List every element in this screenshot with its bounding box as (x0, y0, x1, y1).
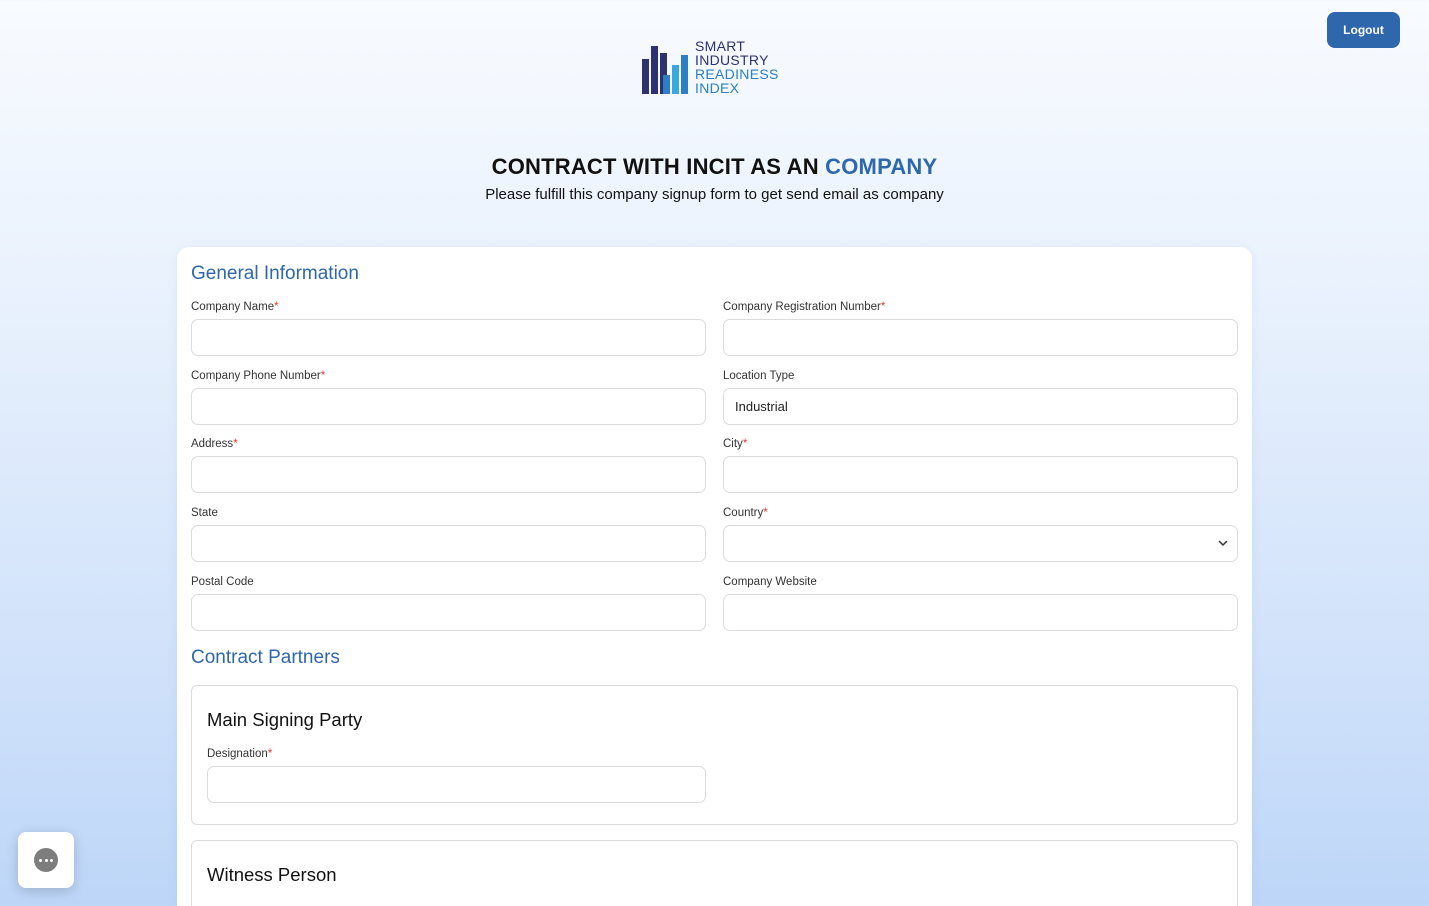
logo-text: SMART INDUSTRY READINESS INDEX (695, 39, 779, 95)
logout-button[interactable]: Logout (1327, 12, 1400, 48)
company-website-label: Company Website (723, 576, 817, 588)
designation-label: Designation* (207, 748, 273, 760)
company-website-input[interactable] (723, 594, 1238, 631)
chat-bubble-icon (34, 848, 58, 872)
registration-number-input[interactable] (723, 319, 1238, 356)
designation-input[interactable] (207, 766, 706, 803)
city-label: City* (723, 438, 748, 450)
address-label: Address* (191, 438, 238, 450)
registration-number-label: Company Registration Number* (723, 301, 886, 313)
page-title-accent: COMPANY (825, 154, 938, 179)
logo-line-index: INDEX (695, 80, 740, 96)
company-name-input[interactable] (191, 319, 706, 356)
country-select[interactable] (723, 525, 1238, 562)
location-type-input[interactable] (723, 388, 1238, 425)
company-name-label: Company Name* (191, 301, 279, 313)
witness-person-box: Witness Person (191, 840, 1238, 906)
address-input[interactable] (191, 456, 706, 493)
chevron-down-icon (1218, 540, 1228, 546)
logo-line-smart: SMART (695, 38, 746, 54)
page-title: CONTRACT WITH INCIT AS AN COMPANY (0, 154, 1429, 180)
postal-code-label: Postal Code (191, 576, 254, 588)
contract-partners-title: Contract Partners (191, 647, 340, 668)
main-signing-party-box: Main Signing Party Designation* (191, 685, 1238, 825)
logo-line-industry: INDUSTRY (695, 52, 769, 68)
witness-person-title: Witness Person (207, 864, 337, 885)
city-input[interactable] (723, 456, 1238, 493)
location-type-label: Location Type (723, 370, 795, 382)
phone-number-input[interactable] (191, 388, 706, 425)
country-label: Country* (723, 507, 768, 519)
state-input[interactable] (191, 525, 706, 562)
logo: SMART INDUSTRY READINESS INDEX (641, 39, 791, 97)
chat-widget-button[interactable] (18, 832, 74, 888)
logo-line-readiness: READINESS (695, 66, 779, 82)
general-information-title: General Information (191, 263, 359, 284)
signup-form-card: General Information Company Name* Compan… (177, 247, 1252, 906)
postal-code-input[interactable] (191, 594, 706, 631)
state-label: State (191, 507, 218, 519)
main-signing-party-title: Main Signing Party (207, 709, 363, 730)
logo-bars-icon (642, 46, 688, 94)
page-subtitle: Please fulfill this company signup form … (485, 186, 944, 203)
phone-number-label: Company Phone Number* (191, 370, 326, 382)
page-title-main: CONTRACT WITH INCIT AS AN (491, 154, 826, 179)
